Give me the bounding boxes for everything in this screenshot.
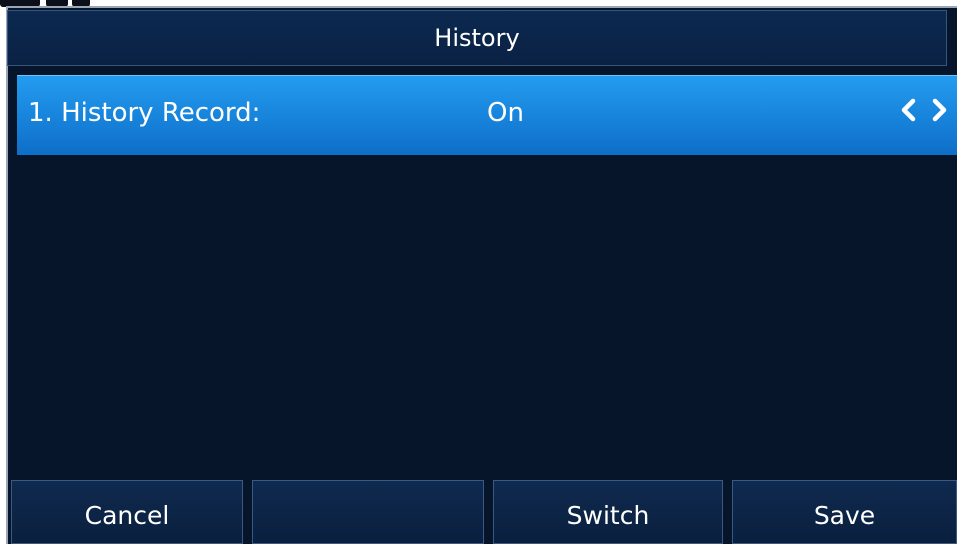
phone-screen: History 1. History Record: On Cancel Swi… xyxy=(0,0,957,544)
list-item-value: On xyxy=(487,98,524,128)
empty-softkey-button[interactable] xyxy=(252,480,484,544)
softkey-label: Switch xyxy=(566,500,650,530)
softkey-bar: Cancel Switch Save xyxy=(11,480,957,544)
chevron-right-icon[interactable] xyxy=(931,96,949,124)
list-item-history-record[interactable]: 1. History Record: On xyxy=(17,75,957,155)
softkey-label: Save xyxy=(813,500,876,530)
save-button[interactable]: Save xyxy=(732,480,957,544)
chevron-left-icon[interactable] xyxy=(899,96,917,124)
page-title: History xyxy=(434,24,520,52)
value-switcher xyxy=(899,96,949,124)
switch-button[interactable]: Switch xyxy=(493,480,723,544)
list-item-label: 1. History Record: xyxy=(28,98,261,128)
page-title-bar: History xyxy=(7,10,947,66)
softkey-label: Cancel xyxy=(84,500,170,530)
cancel-button[interactable]: Cancel xyxy=(11,480,243,544)
